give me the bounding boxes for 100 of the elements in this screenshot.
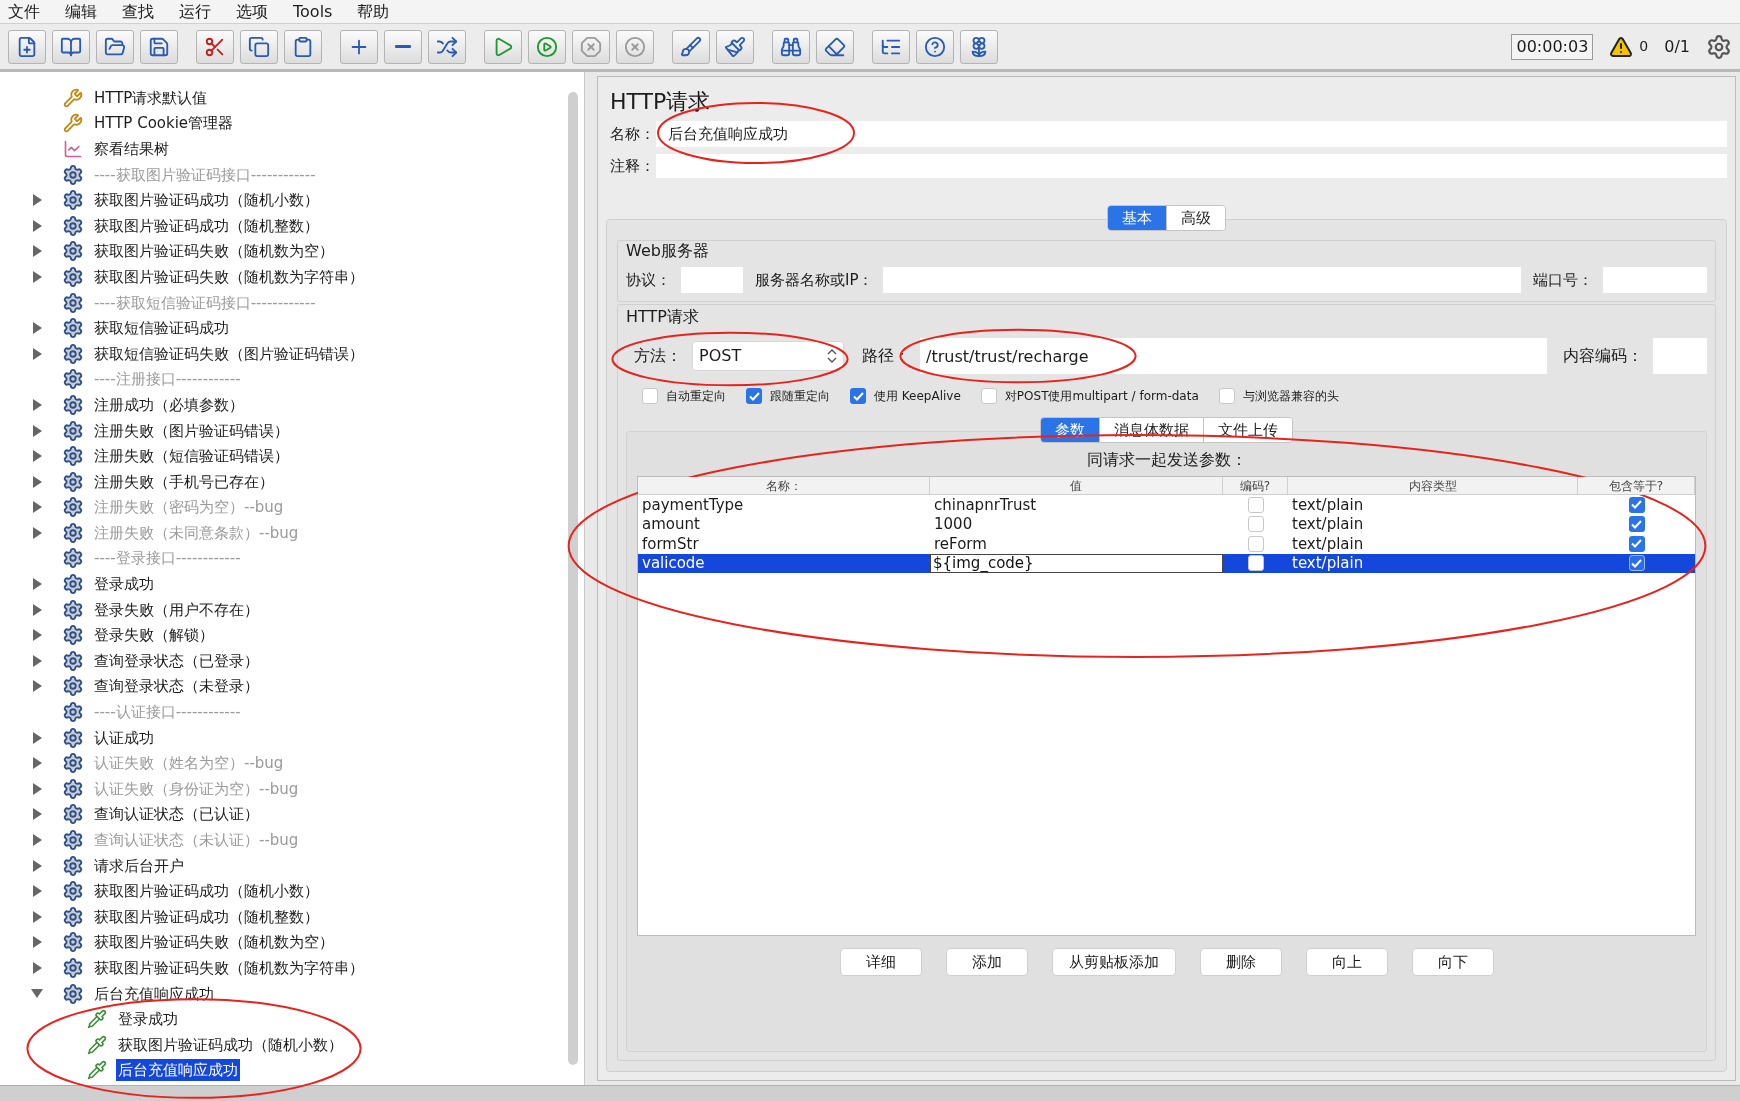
expand-arrow-icon[interactable]	[32, 731, 42, 744]
checkbox[interactable]	[1247, 496, 1264, 513]
expand-arrow-icon[interactable]	[32, 603, 42, 616]
toolbar-button[interactable]	[340, 29, 378, 64]
path-field[interactable]: /trust/trust/recharge	[920, 338, 1547, 374]
checkbox[interactable]	[642, 388, 658, 404]
checkbox[interactable]	[1628, 555, 1645, 572]
menu-item[interactable]: 运行	[179, 0, 211, 24]
menu-item[interactable]: 选项	[236, 0, 268, 24]
expand-arrow-icon[interactable]	[32, 808, 42, 821]
column-header[interactable]: 名称：	[638, 477, 930, 494]
checkbox[interactable]	[1247, 535, 1264, 552]
tree-item[interactable]: 认证成功	[92, 726, 156, 749]
name-field[interactable]: 后台充值响应成功	[656, 121, 1727, 147]
toolbar-button[interactable]	[240, 29, 278, 64]
expand-arrow-icon[interactable]	[32, 347, 42, 360]
expand-arrow-icon[interactable]	[32, 245, 42, 258]
tree-item[interactable]: 注册成功（必填参数）	[92, 393, 246, 416]
tree-item[interactable]: 获取图片验证码成功（随机整数）	[92, 905, 321, 928]
tree-item[interactable]: 获取图片验证码失败（随机数为字符串）	[92, 265, 366, 288]
tree-item[interactable]: 获取图片验证码成功（随机整数）	[92, 214, 321, 237]
expand-arrow-icon[interactable]	[32, 219, 42, 232]
menu-item[interactable]: 帮助	[357, 0, 390, 24]
tree-item[interactable]: 获取图片验证码成功（随机小数）	[116, 1033, 345, 1056]
toolbar-button[interactable]	[960, 29, 998, 64]
toolbar-button[interactable]	[8, 29, 46, 64]
action-button[interactable]: 向下	[1411, 948, 1494, 976]
tree-item[interactable]: 注册失败（手机号已存在）	[92, 470, 276, 493]
column-header[interactable]: 内容类型	[1288, 477, 1578, 494]
tree-item[interactable]: 获取图片验证码失败（随机数为空）	[92, 240, 336, 263]
scrollbar[interactable]	[568, 92, 578, 1065]
toolbar-button[interactable]	[140, 29, 178, 64]
action-button[interactable]: 添加	[945, 948, 1028, 976]
toolbar-button[interactable]	[816, 29, 854, 64]
column-header[interactable]: 包含等于?	[1578, 477, 1695, 494]
tree-item[interactable]: 登录失败（用户不存在）	[92, 598, 261, 621]
tree-item[interactable]: 登录失败（解锁）	[92, 624, 216, 647]
tree-item[interactable]: 获取图片验证码成功（随机小数）	[92, 880, 321, 903]
tree-item[interactable]: 获取短信验证码成功	[92, 317, 231, 340]
menu-item[interactable]: 编辑	[65, 0, 97, 24]
tree-item[interactable]: 获取图片验证码成功（随机小数）	[92, 189, 321, 212]
expand-arrow-icon[interactable]	[32, 936, 42, 949]
checkbox[interactable]	[1247, 516, 1264, 533]
tree-item[interactable]: 察看结果树	[92, 138, 171, 160]
action-button[interactable]: 向上	[1305, 948, 1388, 976]
expand-arrow-icon[interactable]	[32, 450, 42, 463]
expand-arrow-icon[interactable]	[32, 424, 42, 437]
toolbar-button[interactable]	[616, 29, 654, 64]
expand-arrow-icon[interactable]	[32, 322, 42, 335]
expand-arrow-icon[interactable]	[32, 578, 42, 591]
expand-arrow-icon[interactable]	[32, 680, 42, 693]
expand-arrow-icon[interactable]	[32, 885, 42, 898]
comment-field[interactable]	[656, 154, 1727, 178]
method-select[interactable]: POST	[692, 341, 844, 371]
expand-arrow-icon[interactable]	[32, 629, 42, 642]
tree-item[interactable]: 登录成功	[92, 573, 156, 596]
toolbar-button[interactable]	[428, 29, 466, 64]
toolbar-button[interactable]	[96, 29, 134, 64]
toolbar-button[interactable]	[916, 29, 954, 64]
toolbar-button[interactable]	[572, 29, 610, 64]
tree-item[interactable]: 注册失败（短信验证码错误）	[92, 445, 291, 468]
protocol-field[interactable]	[681, 267, 743, 293]
expand-arrow-icon[interactable]	[32, 962, 42, 974]
action-button[interactable]: 从剪贴板添加	[1051, 948, 1176, 976]
tree-item[interactable]: 后台充值响应成功	[116, 1059, 240, 1082]
checkbox[interactable]	[1628, 535, 1645, 552]
toolbar-button[interactable]	[384, 29, 422, 64]
menu-item[interactable]: 查找	[122, 0, 154, 24]
expand-arrow-icon[interactable]	[32, 654, 42, 667]
toolbar-button[interactable]	[872, 29, 910, 64]
checkbox[interactable]	[1628, 496, 1645, 513]
tree-item[interactable]: 获取图片验证码失败（随机数为空）	[92, 931, 336, 954]
tree-item[interactable]: 查询认证状态（已认证）	[92, 803, 261, 826]
checkbox[interactable]	[1218, 388, 1235, 404]
tree-item[interactable]: HTTP请求默认值	[92, 86, 210, 109]
toolbar-button[interactable]	[484, 29, 522, 64]
expand-arrow-icon[interactable]	[32, 398, 42, 411]
checkbox[interactable]	[1247, 555, 1264, 572]
menu-item[interactable]: 文件	[8, 0, 40, 24]
checkbox[interactable]	[746, 388, 762, 404]
table-row[interactable]: valicode ${img_code} text/plain	[638, 553, 1695, 573]
toolbar-button[interactable]	[52, 29, 90, 64]
checkbox[interactable]	[850, 388, 866, 404]
tree-item[interactable]: 获取短信验证码失败（图片验证码错误）	[92, 342, 366, 365]
expand-arrow-icon[interactable]	[32, 194, 42, 207]
encoding-field[interactable]	[1653, 338, 1707, 374]
checkbox[interactable]	[980, 388, 997, 404]
toolbar-button[interactable]	[196, 29, 234, 64]
tree-item[interactable]: 获取图片验证码失败（随机数为字符串）	[92, 957, 366, 979]
collapse-arrow-icon[interactable]	[31, 989, 43, 999]
toolbar-button[interactable]	[528, 29, 566, 64]
toolbar-button[interactable]	[672, 29, 710, 64]
tab[interactable]: 基本	[1108, 206, 1166, 230]
column-header[interactable]: 编码?	[1223, 477, 1288, 494]
tree-item[interactable]: 登录成功	[116, 1008, 180, 1031]
tree-item[interactable]: HTTP Cookie管理器	[92, 112, 236, 135]
toolbar-button[interactable]	[284, 29, 322, 64]
action-button[interactable]: 详细	[839, 948, 922, 976]
checkbox[interactable]	[1628, 516, 1645, 533]
expand-arrow-icon[interactable]	[32, 859, 42, 872]
